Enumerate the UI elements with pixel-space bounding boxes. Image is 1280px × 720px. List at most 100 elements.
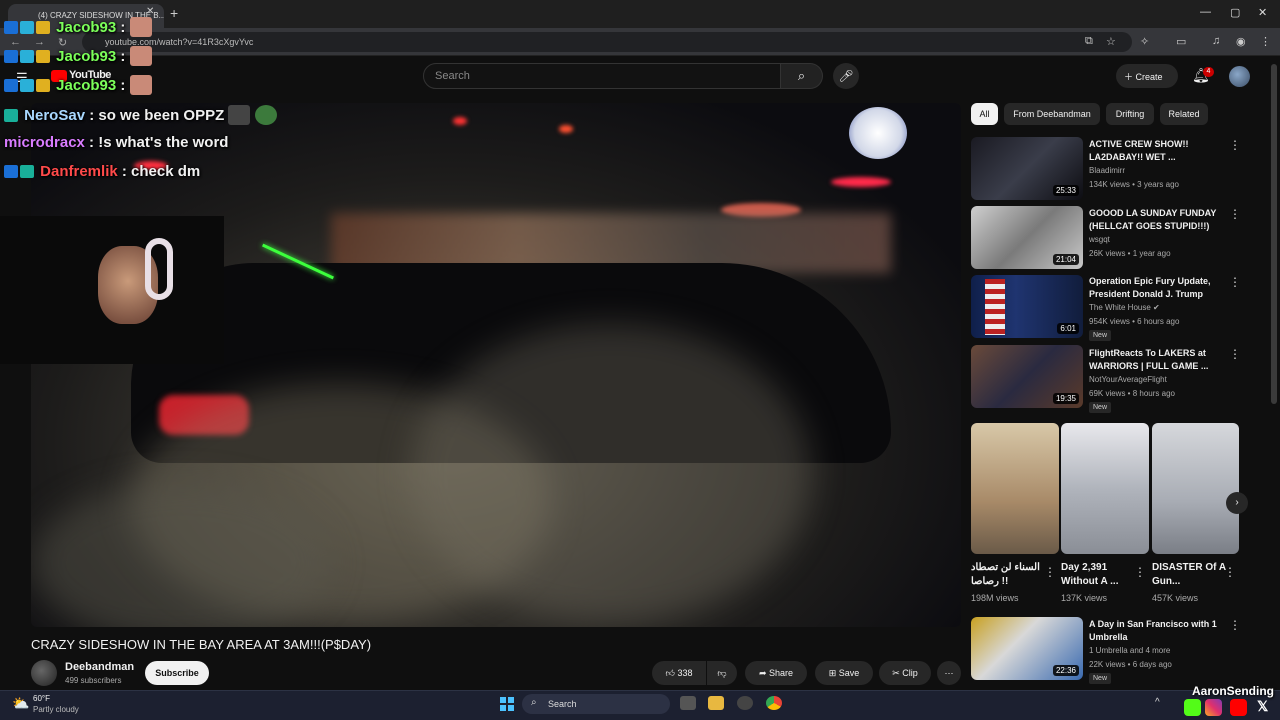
maximize-icon[interactable]: ▢	[1230, 6, 1240, 19]
kick-icon	[1184, 699, 1201, 716]
more-actions-button[interactable]: ⋯	[937, 661, 961, 685]
extensions-icon[interactable]: ✧	[1140, 35, 1149, 48]
recommendation-title[interactable]: A Day in San Francisco with 1 Umbrella	[1089, 618, 1221, 644]
new-tab-icon[interactable]: +	[170, 5, 178, 21]
recommendation-title[interactable]: FlightReacts To LAKERS at WARRIORS | FUL…	[1089, 347, 1221, 373]
new-badge: New	[1089, 673, 1112, 684]
recommendation-meta: 69K views • 8 hours ago	[1089, 389, 1175, 398]
menu-dots-icon[interactable]: ⋮	[1260, 35, 1271, 48]
task-view-icon[interactable]	[680, 696, 696, 710]
recommendation-title[interactable]: ACTIVE CREW SHOW!! LA2DABAY!! WET ...	[1089, 138, 1221, 164]
search-placeholder: Search	[435, 70, 470, 82]
install-app-icon[interactable]: ⧉	[1085, 35, 1093, 48]
recommendation-thumbnail[interactable]: 25:33	[971, 137, 1083, 200]
recommendation-thumbnail[interactable]: 6:01	[971, 275, 1083, 338]
recommendation-channel[interactable]: wsgqt	[1089, 235, 1110, 244]
thumbs-down-icon: 👎︎	[717, 668, 727, 678]
create-button[interactable]: ＋ Create	[1116, 64, 1178, 88]
short-views: 137K views	[1061, 593, 1108, 603]
chip-from-channel[interactable]: From Deebandman	[1004, 103, 1100, 125]
chip-all[interactable]: All	[971, 103, 998, 125]
chat-text: : so we been OPPZ	[89, 107, 225, 124]
video-duration: 22:36	[1052, 665, 1079, 676]
video-duration: 6:01	[1057, 323, 1079, 334]
dislike-button[interactable]: 👎︎	[707, 661, 737, 685]
channel-name[interactable]: Deebandman	[65, 661, 134, 673]
recommendation-thumbnail[interactable]: 22:36	[971, 617, 1083, 680]
weather-temperature[interactable]: 60°F	[33, 694, 50, 703]
short-title[interactable]: السناء لن تصطاد رصاصا !!	[971, 561, 1045, 589]
recommendation-channel[interactable]: Blaadimirr	[1089, 166, 1125, 175]
weather-description[interactable]: Partly cloudy	[33, 705, 79, 714]
new-badge: New	[1089, 402, 1112, 413]
sidepanel-icon[interactable]: ▭	[1176, 35, 1186, 48]
recommendation-channel[interactable]: The White House ✔	[1089, 303, 1160, 312]
chat-text: : check dm	[121, 163, 201, 180]
chat-message: Danfremlik : check dm	[4, 163, 200, 180]
taskbar-search-icon: ⌕	[531, 697, 537, 708]
tab-close-icon[interactable]: ✕	[146, 6, 154, 17]
chip-drifting[interactable]: Drifting	[1106, 103, 1154, 125]
search-button[interactable]: ⌕	[781, 63, 823, 89]
page-scrollbar[interactable]	[1271, 64, 1277, 404]
shorts-next-button[interactable]: ›	[1226, 492, 1248, 514]
chat-message: Jacob93 :	[4, 46, 152, 66]
new-badge: New	[1089, 330, 1112, 341]
close-window-icon[interactable]: ✕	[1258, 6, 1267, 19]
recommendation-channel[interactable]: 1 Umbrella and 4 more	[1089, 646, 1170, 655]
chrome-icon[interactable]	[766, 696, 782, 710]
search-input[interactable]	[423, 63, 781, 89]
short-title[interactable]: DISASTER Of A Gun...	[1152, 561, 1226, 589]
flag-graphic	[985, 279, 1005, 335]
profile-avatar[interactable]	[1229, 66, 1250, 87]
clip-button[interactable]: ✂ Clip	[879, 661, 931, 685]
short-thumbnail[interactable]	[971, 423, 1059, 554]
media-icon[interactable]: ♫	[1212, 35, 1220, 47]
chat-message: microdracx : !s what's the word	[4, 134, 228, 151]
subscribe-button[interactable]: Subscribe	[145, 661, 209, 685]
short-menu-icon[interactable]: ⋮	[1044, 565, 1056, 579]
verified-icon: ✔	[1153, 303, 1160, 312]
chat-badge-icon	[4, 165, 18, 178]
recommendation-title[interactable]: GOOOD LA SUNDAY FUNDAY (HELLCAT GOES STU…	[1089, 207, 1221, 233]
bookmark-star-icon[interactable]: ☆	[1106, 35, 1116, 48]
chat-badge-icon	[4, 79, 18, 92]
taskbar-search[interactable]: Search	[522, 694, 670, 714]
video-scene-smoke	[411, 323, 811, 623]
minimize-icon[interactable]: —	[1200, 6, 1211, 18]
windows-start-icon[interactable]	[500, 697, 514, 711]
short-menu-icon[interactable]: ⋮	[1224, 565, 1236, 579]
weather-cloud-icon[interactable]: ⛅	[12, 695, 29, 712]
recommendation-menu-icon[interactable]: ⋮	[1229, 138, 1241, 152]
share-button[interactable]: ➦ Share	[745, 661, 807, 685]
recommendation-menu-icon[interactable]: ⋮	[1229, 207, 1241, 221]
mic-button[interactable]: 🎤︎	[833, 63, 859, 89]
chip-related[interactable]: Related	[1160, 103, 1208, 125]
short-thumbnail[interactable]	[1061, 423, 1149, 554]
recommendation-thumbnail[interactable]: 21:04	[971, 206, 1083, 269]
video-scene-sign	[849, 107, 907, 159]
recommendation-meta: 26K views • 1 year ago	[1089, 249, 1171, 258]
more-icon: ⋯	[944, 668, 954, 678]
recommendation-menu-icon[interactable]: ⋮	[1229, 347, 1241, 361]
recommendation-menu-icon[interactable]: ⋮	[1229, 275, 1241, 289]
video-scene-light	[831, 177, 891, 187]
tray-chevron-icon[interactable]: ^	[1155, 697, 1160, 708]
channel-avatar[interactable]	[31, 660, 57, 686]
short-menu-icon[interactable]: ⋮	[1134, 565, 1146, 579]
file-explorer-icon[interactable]	[708, 696, 724, 710]
recommendation-thumbnail[interactable]: 19:35	[971, 345, 1083, 408]
chat-username: Jacob93	[56, 48, 117, 65]
account-icon[interactable]: ◉	[1236, 35, 1246, 48]
recommendation-meta: 954K views • 6 hours ago	[1089, 317, 1180, 326]
recommendation-title[interactable]: Operation Epic Fury Update, President Do…	[1089, 275, 1221, 301]
video-player[interactable]	[31, 103, 961, 627]
subscriber-count: 499 subscribers	[65, 676, 122, 685]
recommendation-channel[interactable]: NotYourAverageFlight	[1089, 375, 1167, 384]
recommendation-menu-icon[interactable]: ⋮	[1229, 618, 1241, 632]
save-button[interactable]: ⊞ Save	[815, 661, 873, 685]
taskbar-app-icon[interactable]	[737, 696, 753, 710]
short-thumbnail[interactable]	[1152, 423, 1239, 554]
short-title[interactable]: Day 2,391 Without A ...	[1061, 561, 1135, 589]
like-button[interactable]: 👍︎ 338	[652, 661, 706, 685]
